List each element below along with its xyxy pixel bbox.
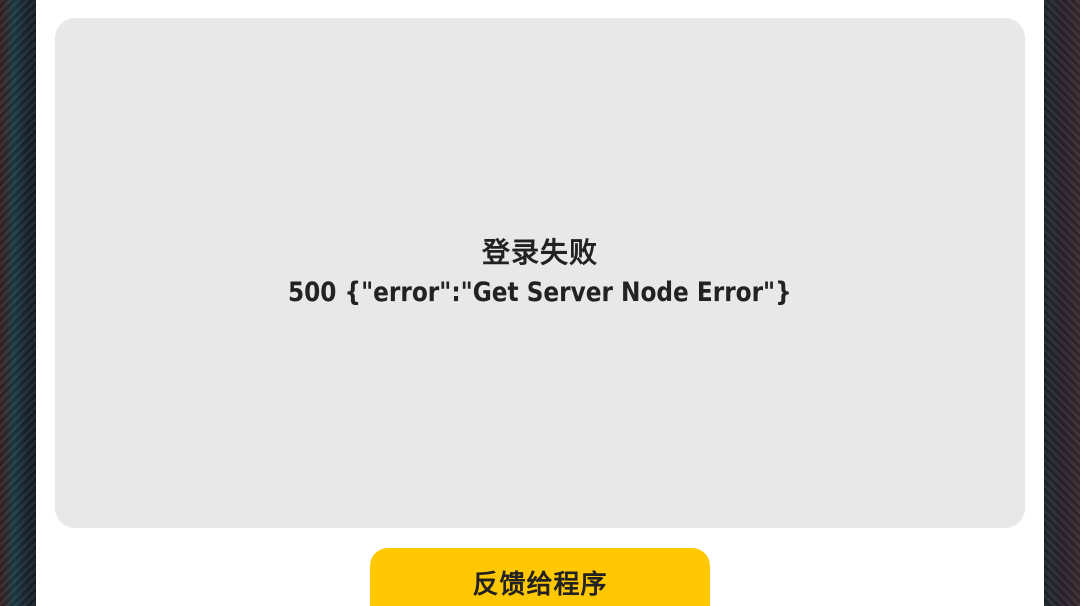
left-edge-decoration xyxy=(0,0,36,606)
feedback-button-label: 反馈给程序 xyxy=(472,570,608,600)
error-title: 登录失败 xyxy=(481,236,598,269)
right-edge-decoration xyxy=(1044,0,1080,606)
feedback-button[interactable]: 反馈给程序 xyxy=(370,548,710,606)
error-detail: 500 {"error":"Get Server Node Error"} xyxy=(288,277,792,308)
error-message-panel: 登录失败 500 {"error":"Get Server Node Error… xyxy=(55,18,1025,528)
login-error-dialog: 登录失败 500 {"error":"Get Server Node Error… xyxy=(36,0,1044,606)
